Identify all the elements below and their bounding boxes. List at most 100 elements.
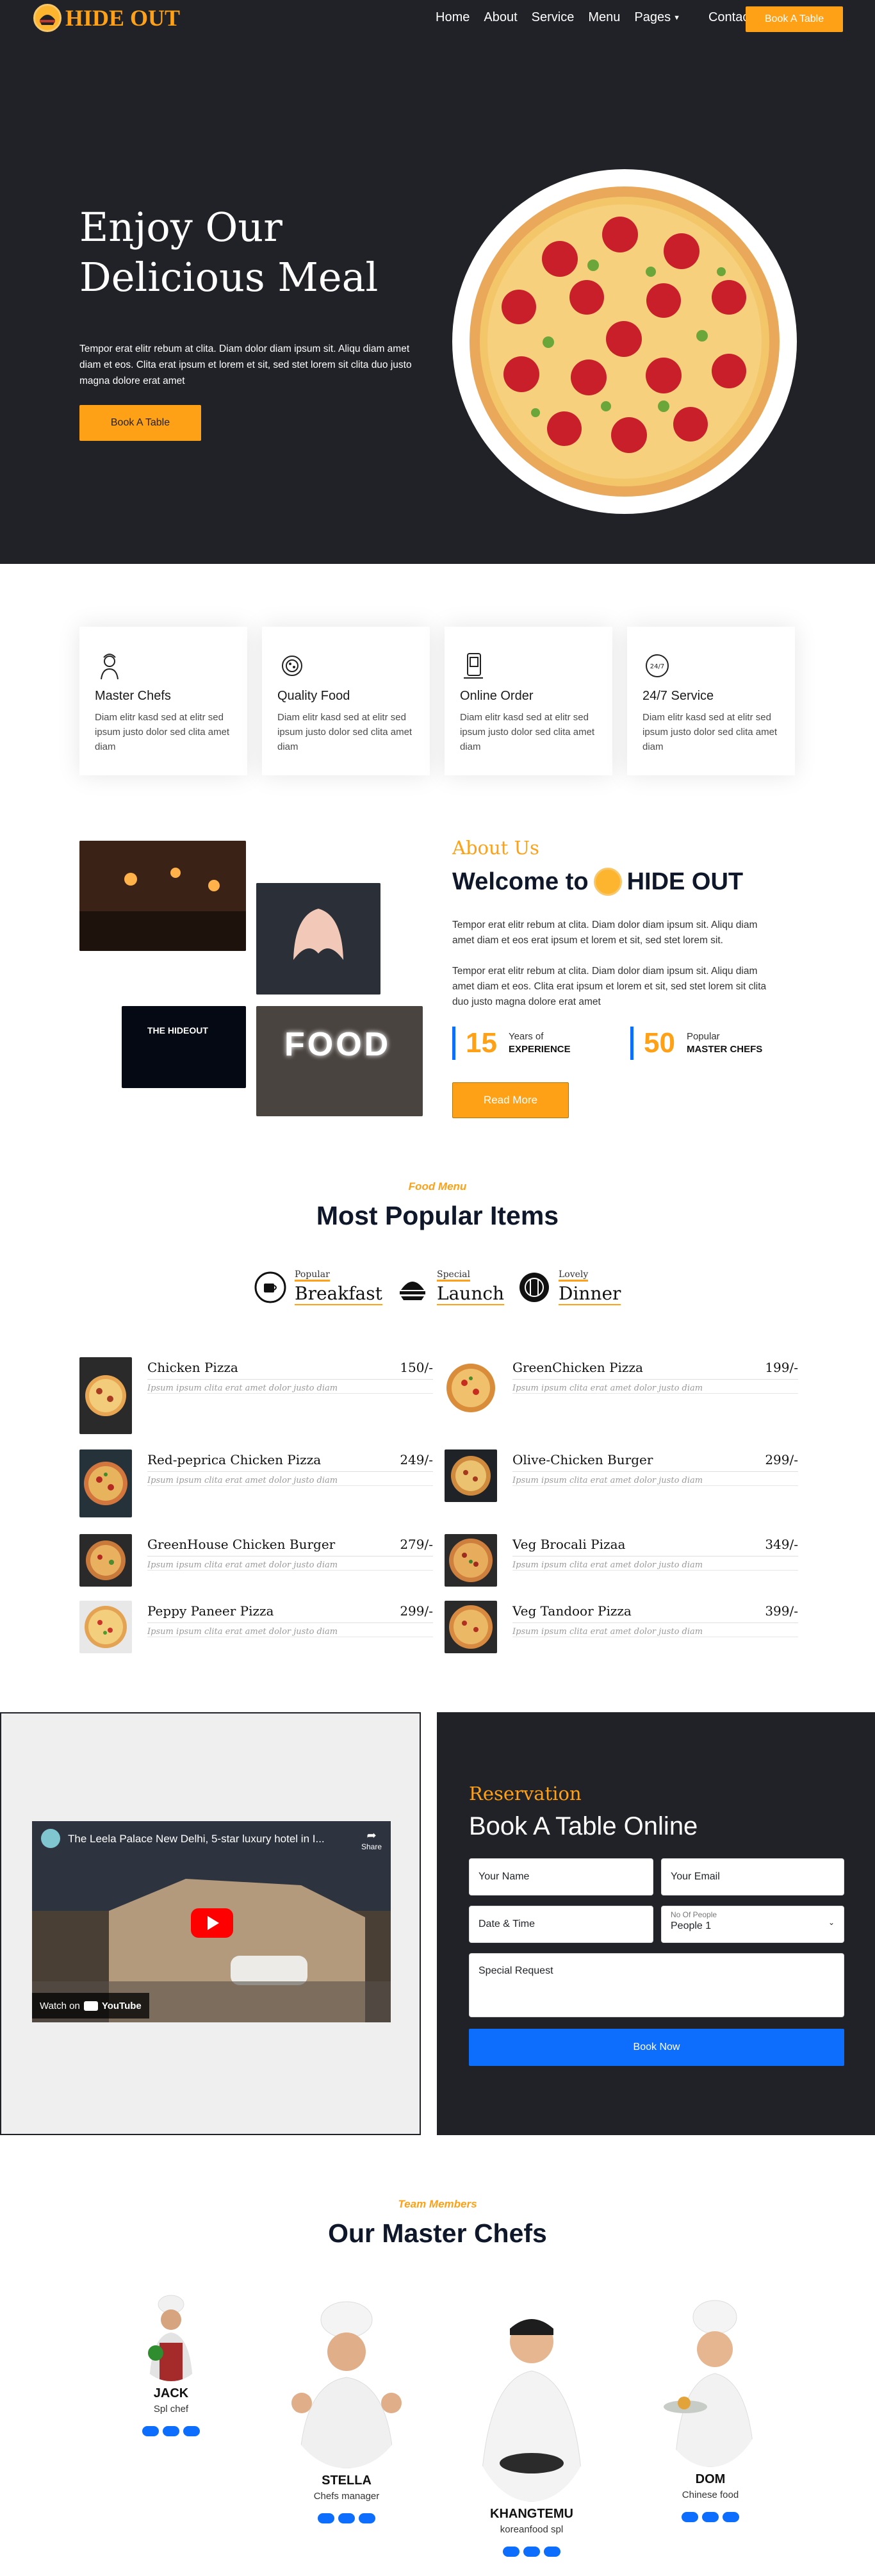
email-placeholder: Your Email bbox=[671, 1871, 720, 1882]
share-button[interactable]: ➦ Share bbox=[361, 1829, 382, 1851]
instagram-icon[interactable] bbox=[723, 2512, 739, 2522]
name-field[interactable]: Your Name bbox=[469, 1858, 653, 1895]
brand-logo[interactable]: HIDE OUT bbox=[33, 4, 180, 32]
menu-item-body: Peppy Paneer Pizza 299/- Ipsum ipsum clita… bbox=[147, 1601, 433, 1637]
share-icon: ➦ bbox=[366, 1829, 377, 1842]
menu-item[interactable]: Chicken Pizza 150/- Ipsum ipsum clita erat… bbox=[79, 1357, 433, 1434]
menu-item-body: Chicken Pizza 150/- Ipsum ipsum clita erat… bbox=[147, 1357, 433, 1394]
hero-title-line2: Delicious Meal bbox=[79, 254, 379, 301]
order-icon bbox=[464, 653, 483, 679]
tab-launch[interactable]: Special Launch bbox=[396, 1269, 505, 1305]
stat-experience: 15 Years of EXPERIENCE bbox=[452, 1027, 571, 1060]
pizza-icon bbox=[470, 186, 780, 497]
chef-card: DOM Chinese food bbox=[647, 2294, 774, 2522]
youtube-embed[interactable]: The Leela Palace New Delhi, 5-star luxur… bbox=[32, 1821, 391, 2022]
menu-item-desc: Ipsum ipsum clita erat amet dolor justo … bbox=[147, 1383, 338, 1393]
channel-avatar[interactable] bbox=[41, 1829, 60, 1848]
special-request-field[interactable]: Special Request bbox=[469, 1953, 844, 2017]
food-icon bbox=[282, 656, 302, 676]
youtube-logo-icon bbox=[83, 2001, 98, 2011]
stat-number: 50 bbox=[644, 1027, 675, 1059]
menu-item-row: Peppy Paneer Pizza 299/- bbox=[147, 1603, 433, 1623]
menu-item-price: 299/- bbox=[400, 1603, 433, 1619]
burger-icon bbox=[400, 1281, 425, 1300]
chef-card: JACK Spl chef bbox=[118, 2294, 224, 2436]
tab-labels: Popular Breakfast bbox=[295, 1269, 382, 1305]
menu-item[interactable]: Red-peprica Chicken Pizza 249/- Ipsum ipsu… bbox=[79, 1449, 433, 1517]
tab-dinner[interactable]: Lovely Dinner bbox=[518, 1269, 621, 1305]
service-title: Master Chefs bbox=[95, 689, 171, 703]
menu-item[interactable]: Peppy Paneer Pizza 299/- Ipsum ipsum clita… bbox=[79, 1601, 433, 1653]
tab-big-label: Launch bbox=[437, 1283, 505, 1305]
menu-item[interactable]: GreenChicken Pizza 199/- Ipsum ipsum clita… bbox=[445, 1357, 798, 1419]
chef-socials bbox=[464, 2547, 600, 2557]
watch-on-youtube[interactable]: Watch on YouTube bbox=[32, 1993, 149, 2019]
about-image-1 bbox=[79, 841, 246, 951]
chef-name: JACK bbox=[153, 2386, 189, 2400]
nav-pages[interactable]: Pages ▼ bbox=[634, 10, 694, 25]
reservation-subtitle: Reservation bbox=[469, 1783, 582, 1804]
menu-item-image bbox=[445, 1357, 497, 1419]
chef-name: KHANGTEMU bbox=[490, 2507, 573, 2521]
instagram-icon[interactable] bbox=[183, 2426, 200, 2436]
nav-service[interactable]: Service bbox=[532, 10, 575, 25]
tab-big-label: Dinner bbox=[559, 1283, 621, 1305]
nav-book-table-button[interactable]: Book A Table bbox=[746, 6, 843, 32]
twitter-icon[interactable] bbox=[163, 2426, 179, 2436]
about-food-sign: FOOD bbox=[284, 1026, 391, 1063]
tab-breakfast[interactable]: Popular Breakfast bbox=[254, 1269, 382, 1305]
menu-item[interactable]: GreenHouse Chicken Burger 279/- Ipsum ipsu… bbox=[79, 1534, 433, 1587]
hero-title: Enjoy Our Delicious Meal bbox=[79, 202, 378, 302]
nav-menu[interactable]: Menu bbox=[588, 10, 620, 25]
menu-item-desc: Ipsum ipsum clita erat amet dolor justo … bbox=[512, 1627, 703, 1637]
about-title-prefix: Welcome to bbox=[452, 868, 589, 895]
instagram-icon[interactable] bbox=[359, 2513, 375, 2523]
email-field[interactable]: Your Email bbox=[661, 1858, 844, 1895]
menu-item-image bbox=[79, 1357, 132, 1434]
reservation-title: Book A Table Online bbox=[469, 1812, 698, 1840]
tab-big-label: Breakfast bbox=[295, 1283, 382, 1305]
facebook-icon[interactable] bbox=[318, 2513, 334, 2523]
chef-role: Chefs manager bbox=[313, 2491, 380, 2502]
nav-home[interactable]: Home bbox=[436, 10, 470, 25]
people-select[interactable]: No Of People People 1 ⌄ bbox=[661, 1906, 844, 1943]
chef-photo bbox=[133, 2294, 209, 2381]
instagram-icon[interactable] bbox=[544, 2547, 560, 2557]
about-image-2 bbox=[256, 883, 380, 995]
chef-photo bbox=[280, 2294, 413, 2468]
menu-item[interactable]: Veg Tandoor Pizza 399/- Ipsum ipsum clita … bbox=[445, 1601, 798, 1653]
menu-item-body: Veg Brocali Pizaa 349/- Ipsum ipsum clita … bbox=[512, 1534, 798, 1571]
twitter-icon[interactable] bbox=[523, 2547, 540, 2557]
menu-item-body: GreenChicken Pizza 199/- Ipsum ipsum clita… bbox=[512, 1357, 798, 1394]
chef-socials bbox=[118, 2426, 224, 2436]
people-value: People 1 bbox=[671, 1920, 712, 1931]
menu-item[interactable]: Veg Brocali Pizaa 349/- Ipsum ipsum clita … bbox=[445, 1534, 798, 1587]
hero-book-table-button[interactable]: Book A Table bbox=[79, 405, 201, 441]
video-title[interactable]: The Leela Palace New Delhi, 5-star luxur… bbox=[68, 1833, 325, 1845]
nav-about[interactable]: About bbox=[484, 10, 517, 25]
menu-item-image bbox=[445, 1601, 497, 1653]
facebook-icon[interactable] bbox=[142, 2426, 159, 2436]
menu-item-row: Red-peprica Chicken Pizza 249/- bbox=[147, 1452, 433, 1472]
chef-name: STELLA bbox=[322, 2473, 372, 2488]
menu-item-image bbox=[445, 1534, 497, 1587]
facebook-icon[interactable] bbox=[503, 2547, 519, 2557]
service-text: Diam elitr kasd sed at elitr sed ipsum j… bbox=[642, 712, 778, 752]
datetime-field[interactable]: Date & Time bbox=[469, 1906, 653, 1943]
service-text: Diam elitr kasd sed at elitr sed ipsum j… bbox=[95, 712, 230, 752]
book-now-button[interactable]: Book Now bbox=[469, 2029, 844, 2066]
menu-item-price: 399/- bbox=[765, 1603, 798, 1619]
play-button[interactable] bbox=[191, 1908, 233, 1938]
menu-item[interactable]: Olive-Chicken Burger 299/- Ipsum ipsum cli… bbox=[445, 1449, 798, 1502]
chef-icon bbox=[101, 654, 119, 680]
menu-item-row: Chicken Pizza 150/- bbox=[147, 1360, 433, 1380]
tab-labels: Lovely Dinner bbox=[559, 1269, 621, 1305]
twitter-icon[interactable] bbox=[702, 2512, 719, 2522]
menu-item-name: Veg Tandoor Pizza bbox=[512, 1603, 632, 1619]
play-icon bbox=[208, 1916, 219, 1930]
facebook-icon[interactable] bbox=[682, 2512, 698, 2522]
menu-item-name: Chicken Pizza bbox=[147, 1360, 238, 1375]
service-card-online-order: Online Order Diam elitr kasd sed at elit… bbox=[445, 627, 612, 775]
read-more-button[interactable]: Read More bbox=[452, 1082, 569, 1118]
twitter-icon[interactable] bbox=[338, 2513, 355, 2523]
